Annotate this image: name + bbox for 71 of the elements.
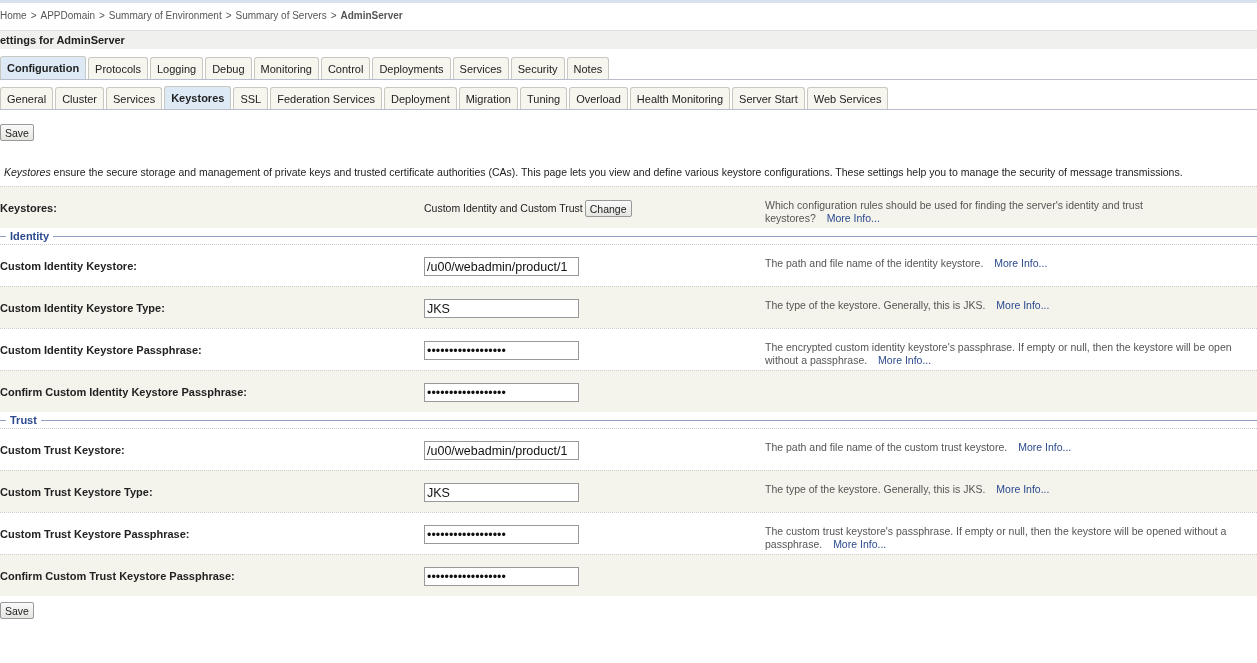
more-info-link[interactable]: More Info... bbox=[993, 483, 1050, 495]
input-field[interactable]: /u00/webadmin/product/1 bbox=[424, 257, 579, 276]
input-field[interactable]: •••••••••••••••••• bbox=[424, 383, 579, 402]
subtab[interactable]: Federation Services bbox=[270, 87, 382, 109]
subtab[interactable]: SSL bbox=[233, 87, 269, 109]
subtab[interactable]: Health Monitoring bbox=[629, 87, 731, 109]
field-description: Which configuration rules should be used for finding the server's identity and trust keystores? More Info... bbox=[765, 198, 1144, 226]
input-field[interactable]: •••••••••••••••••• bbox=[424, 567, 579, 586]
tab[interactable]: Control bbox=[320, 57, 371, 79]
subtab[interactable]: General bbox=[0, 87, 54, 109]
field-description: The type of the keystore. Generally, this is JKS. More Info... bbox=[765, 482, 1051, 497]
subtab[interactable]: Server Start bbox=[732, 87, 805, 109]
tab[interactable]: Logging bbox=[149, 57, 204, 79]
more-info-link[interactable]: More Info... bbox=[1015, 441, 1072, 453]
tab[interactable]: Notes bbox=[566, 57, 610, 79]
intro-text: Keystores ensure the secure storage and management of private keys and trusted certificate authorities (CAs). This page lets you view and define various keystore configurations. These settings help you to manage the security of message transmissions. bbox=[4, 166, 1184, 180]
section-title: Trust bbox=[10, 414, 37, 426]
field-description: The path and file name of the identity keystore. More Info... bbox=[765, 256, 1049, 271]
tab[interactable]: Deployments bbox=[372, 57, 451, 79]
subtab[interactable]: Overload bbox=[569, 87, 628, 109]
field-label: Custom Trust Keystore Passphrase: bbox=[0, 527, 191, 542]
section-title: Identity bbox=[10, 230, 50, 242]
breadcrumb-separator: > bbox=[99, 9, 105, 21]
tab[interactable]: Configuration bbox=[0, 56, 87, 79]
field-label: Custom Identity Keystore Type: bbox=[0, 301, 166, 316]
subtab[interactable]: Tuning bbox=[519, 87, 568, 109]
subtab[interactable]: Deployment bbox=[384, 87, 457, 109]
field-description: The custom trust keystore's passphrase. If empty or null, then the keystore will be opened without a passphrase. More Info... bbox=[765, 524, 1228, 552]
subtab[interactable]: Services bbox=[106, 87, 163, 109]
subtab[interactable]: Migration bbox=[458, 87, 518, 109]
input-field[interactable]: /u00/webadmin/product/1 bbox=[424, 441, 579, 460]
field-description: The encrypted custom identity keystore's passphrase. If empty or null, then the keystore will be open without a passphrase. More Info... bbox=[765, 340, 1233, 368]
input-field[interactable]: JKS bbox=[424, 299, 579, 318]
tab[interactable]: Security bbox=[510, 57, 565, 79]
input-field[interactable]: •••••••••••••••••• bbox=[424, 525, 579, 544]
page-heading: ettings for AdminServer bbox=[0, 30, 1257, 49]
breadcrumb-link[interactable]: AdminServer bbox=[340, 9, 403, 21]
tab[interactable]: Protocols bbox=[88, 57, 148, 79]
breadcrumb-separator: > bbox=[330, 9, 337, 21]
field-description: The path and file name of the custom trust keystore. More Info... bbox=[765, 440, 1073, 455]
field-label: Keystores: bbox=[0, 201, 58, 216]
field-description: The type of the keystore. Generally, this is JKS. More Info... bbox=[765, 298, 1051, 313]
field-label: Confirm Custom Identity Keystore Passphrase: bbox=[0, 385, 248, 400]
field-label: Custom Identity Keystore: bbox=[0, 259, 138, 274]
field-label: Custom Trust Keystore Type: bbox=[0, 485, 154, 500]
more-info-link[interactable]: More Info... bbox=[991, 257, 1048, 269]
subtab[interactable]: Keystores bbox=[164, 86, 232, 109]
field-value: Custom Identity and Custom Trust bbox=[424, 201, 583, 214]
save-button[interactable]: Save bbox=[0, 124, 34, 141]
more-info-link[interactable]: More Info... bbox=[830, 538, 887, 550]
breadcrumb-link[interactable]: Summary of Environment bbox=[108, 9, 222, 21]
subtab[interactable]: Web Services bbox=[806, 87, 889, 109]
field-label: Confirm Custom Trust Keystore Passphrase: bbox=[0, 569, 236, 584]
change-button[interactable]: Change bbox=[584, 200, 632, 217]
tab[interactable]: Debug bbox=[205, 57, 252, 79]
field-label: Custom Trust Keystore: bbox=[0, 443, 126, 458]
breadcrumb-link[interactable]: APPDomain bbox=[40, 9, 95, 21]
more-info-link[interactable]: More Info... bbox=[823, 212, 880, 224]
more-info-link[interactable]: More Info... bbox=[993, 299, 1050, 311]
breadcrumb-separator: > bbox=[225, 9, 232, 21]
field-label: Custom Identity Keystore Passphrase: bbox=[0, 343, 203, 358]
input-field[interactable]: •••••••••••••••••• bbox=[424, 341, 579, 360]
subtab[interactable]: Cluster bbox=[55, 87, 104, 109]
tab[interactable]: Monitoring bbox=[253, 57, 319, 79]
breadcrumb-separator: > bbox=[30, 9, 37, 21]
tab[interactable]: Services bbox=[452, 57, 509, 79]
save-button[interactable]: Save bbox=[0, 602, 34, 619]
breadcrumb-link[interactable]: Summary of Servers bbox=[235, 9, 327, 21]
input-field[interactable]: JKS bbox=[424, 483, 579, 502]
breadcrumb-link[interactable]: Home bbox=[0, 9, 27, 21]
more-info-link[interactable]: More Info... bbox=[875, 354, 932, 366]
